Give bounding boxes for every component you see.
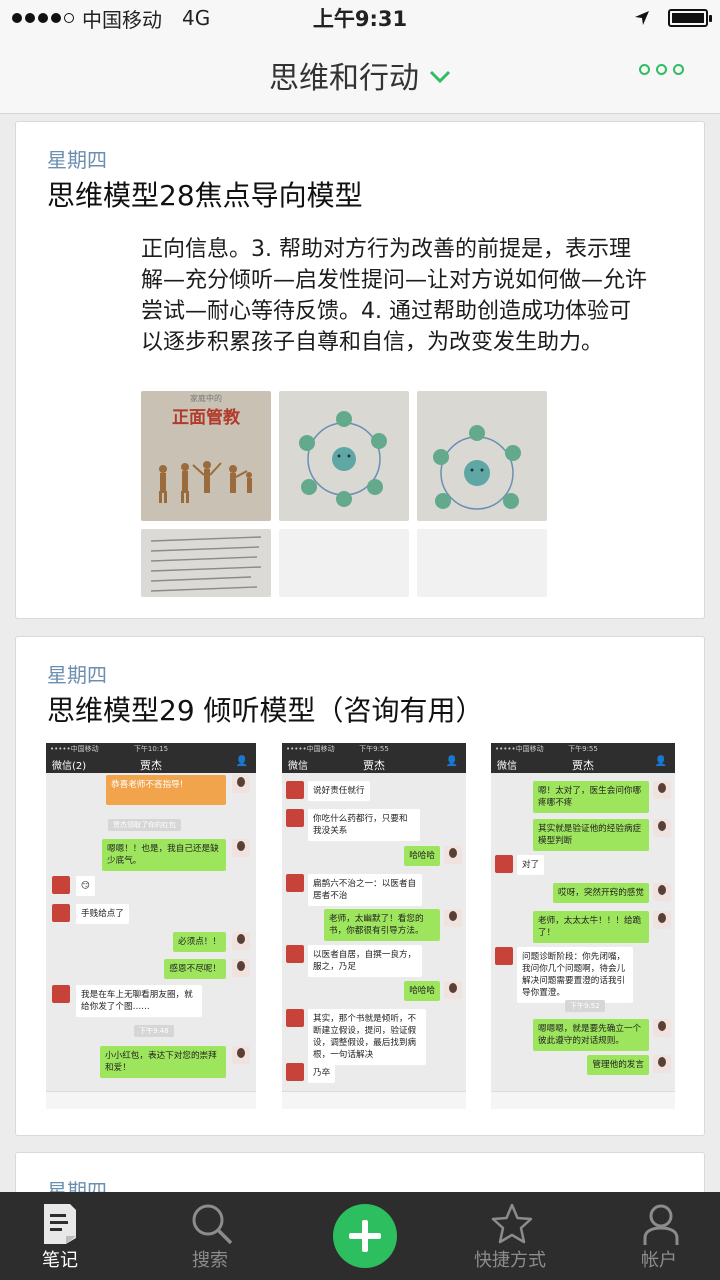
note-excerpt: 正向信息。3. 帮助对方行为改善的前提是，表示理解—充分倾听—启发性提问—让对方… (141, 237, 648, 355)
image-placeholder (279, 529, 409, 597)
battery-icon (668, 9, 712, 27)
note-icon (44, 1204, 76, 1244)
signal-strength-icon (12, 13, 74, 23)
plus-icon (349, 1220, 381, 1252)
tab-account[interactable]: 帐户 (594, 1192, 720, 1280)
note-title: 思维模型29 倾听模型（咨询有用） (47, 694, 484, 727)
note-title: 思维模型28焦点导向模型 (47, 179, 363, 212)
user-icon (643, 1204, 679, 1245)
star-icon (491, 1203, 533, 1244)
tab-notes[interactable]: 笔记 (0, 1192, 125, 1280)
carrier-name: 中国移动 (82, 7, 162, 32)
image-placeholder (417, 529, 547, 597)
note-card[interactable]: 星期四 (15, 1152, 705, 1192)
notebook-selector[interactable]: 思维和行动 (269, 53, 451, 97)
notebook-title: 思维和行动 (269, 60, 419, 96)
book-cover-image: 家庭中的 正面管教 (141, 391, 271, 521)
more-dots-icon[interactable] (639, 64, 684, 75)
page-photo (141, 529, 271, 597)
tab-search[interactable]: 搜索 (145, 1192, 275, 1280)
tab-bar: 笔记 搜索 快捷方式 帐户 (0, 1192, 720, 1280)
search-icon (192, 1204, 233, 1245)
network-type: 4G (182, 6, 211, 30)
note-card[interactable]: 星期四 思维模型28焦点导向模型 正向信息。3. 帮助对方行为改善的前提是，表示… (15, 121, 705, 619)
chevron-down-icon (429, 70, 451, 83)
tab-label: 帐户 (641, 1250, 677, 1271)
tab-label: 快捷方式 (474, 1250, 546, 1271)
diagram-photo (279, 391, 409, 521)
location-arrow-icon (635, 11, 649, 25)
note-card[interactable]: 星期四 思维模型29 倾听模型（咨询有用） •••••中国移动 下午10:15 微… (15, 636, 705, 1136)
navigation-bar: 思维和行动 (0, 36, 720, 114)
tab-label: 搜索 (192, 1250, 228, 1271)
note-date: 星期四 (47, 663, 107, 687)
status-bar: 中国移动 4G 上午9:31 (0, 0, 720, 36)
chat-screenshot: •••••中国移动 下午9:55 微信 贾杰 👤 嗯！太对了，医生会问你哪疼哪不疼… (491, 743, 675, 1109)
note-date: 星期四 (47, 148, 107, 172)
chat-screenshot: •••••中国移动 下午9:55 微信 贾杰 👤 说好责任就行 你吃什么药都行，只… (282, 743, 466, 1109)
chat-screenshot: •••••中国移动 下午10:15 微信(2) 贾杰 👤 恭喜老师不吝指导! 贾杰… (46, 743, 256, 1109)
note-list[interactable]: 星期四 思维模型28焦点导向模型 正向信息。3. 帮助对方行为改善的前提是，表示… (0, 114, 720, 1192)
diagram-photo (417, 391, 547, 521)
tab-shortcuts[interactable]: 快捷方式 (445, 1192, 575, 1280)
tab-label: 笔记 (42, 1250, 78, 1271)
note-date: 星期四 (47, 1179, 107, 1192)
add-note-button[interactable] (333, 1204, 397, 1268)
